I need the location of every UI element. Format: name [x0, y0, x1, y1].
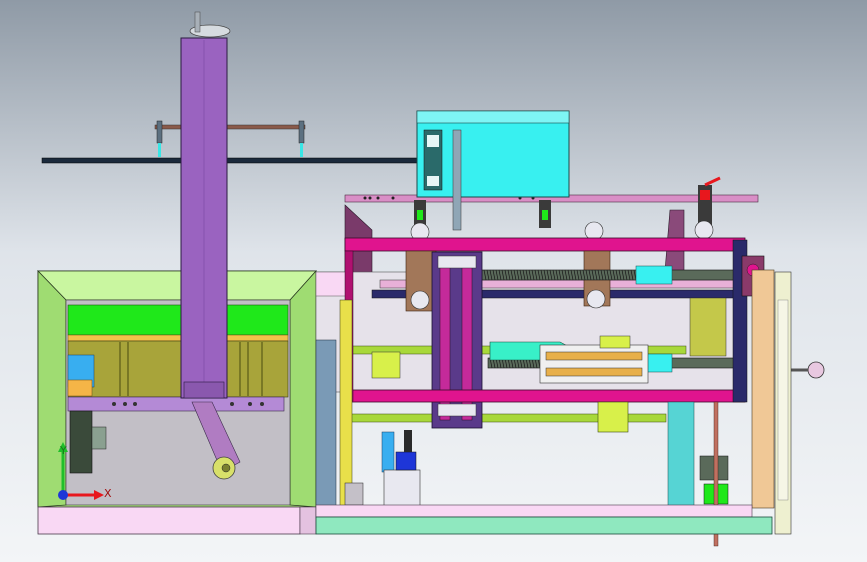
cad-viewport[interactable]: Y X — [0, 0, 867, 562]
right-olive-panel — [689, 297, 727, 357]
assembly-drawing[interactable]: Y X — [0, 0, 867, 562]
column-base — [183, 381, 225, 399]
roller-top-right — [694, 220, 714, 240]
central-frame-top — [437, 255, 477, 269]
sensor-middle — [539, 200, 551, 228]
central-frame-bottom — [437, 403, 477, 417]
upper-magenta-plate — [344, 237, 746, 252]
swing-wheel-hub — [221, 463, 231, 473]
guide-rod-left — [41, 157, 423, 164]
green-panel — [67, 304, 289, 336]
triad-x-label: X — [104, 487, 112, 500]
lower-yellow-block — [597, 401, 629, 433]
lower-cyan-actuator — [381, 431, 395, 473]
triad-y-label: Y — [59, 444, 67, 457]
olive-panel — [67, 340, 289, 398]
base-right-pink — [315, 504, 753, 518]
lower-right-cyan-post — [667, 401, 695, 507]
roller-mid-right — [586, 289, 606, 309]
right-orange-plate — [751, 269, 775, 509]
lower-magenta-plate — [344, 389, 746, 403]
base-right-mint — [315, 516, 773, 535]
right-handwheel[interactable] — [807, 361, 825, 379]
center-blue-post — [315, 339, 337, 519]
top-handwheel-shaft — [194, 11, 201, 33]
crossbar-brown — [154, 124, 306, 130]
roller-mid-left — [410, 290, 430, 310]
base-left — [37, 506, 301, 535]
center-yellow-post — [339, 299, 353, 511]
carriage-pad — [599, 335, 631, 349]
carriage-block — [539, 344, 649, 384]
orange-strip — [67, 334, 289, 342]
right-end-inner — [777, 299, 789, 501]
motor-cylinder-cap — [91, 426, 107, 450]
motor-cylinder — [69, 410, 93, 474]
orange-bracket — [67, 379, 93, 397]
cyan-nut-upper — [635, 265, 673, 285]
base-left-end — [299, 506, 317, 535]
cylinder-cyan-left — [371, 351, 401, 379]
square-block-left — [344, 482, 364, 506]
carriage-bar-lower — [545, 367, 643, 377]
carriage-bar — [545, 351, 643, 361]
roller-top-mid — [584, 221, 604, 241]
